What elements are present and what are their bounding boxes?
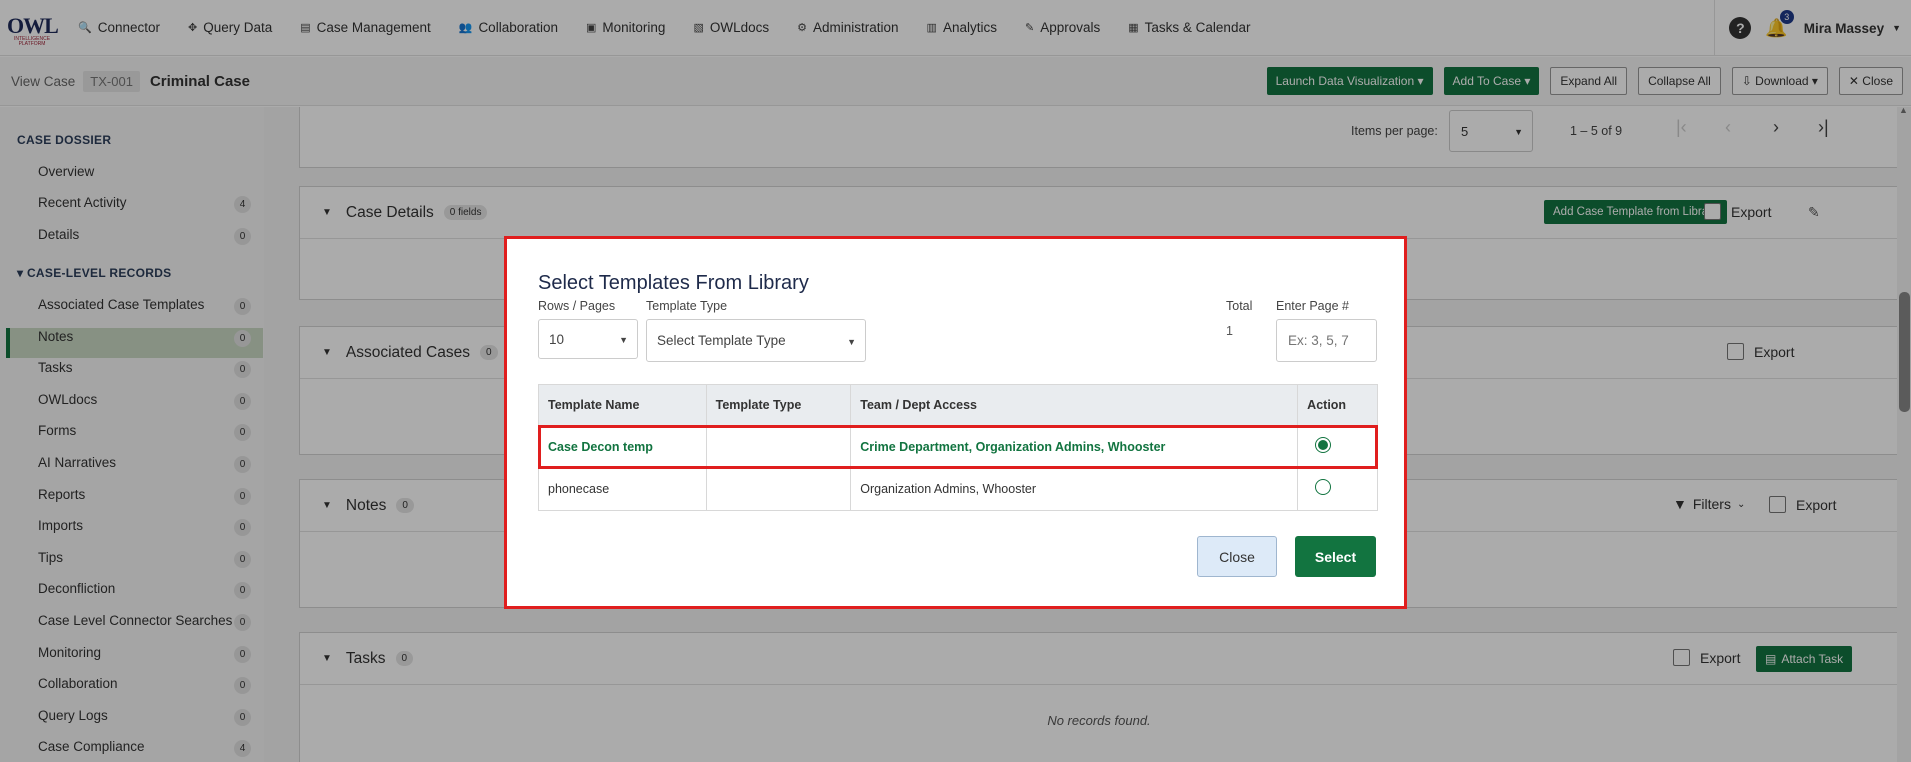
rows-pages-label: Rows / Pages <box>538 299 616 313</box>
rows-per-page-select[interactable]: 10 ▼ <box>538 319 638 359</box>
modal-title: Select Templates From Library <box>538 272 809 294</box>
action-cell <box>1298 468 1377 510</box>
template-type-cell <box>707 426 852 467</box>
table-row-selected[interactable]: Case Decon temp Crime Department, Organi… <box>538 425 1378 469</box>
column-header-template-name: Template Name <box>539 385 707 425</box>
template-type-cell <box>707 468 852 510</box>
select-button[interactable]: Select <box>1295 536 1376 577</box>
action-cell <box>1298 426 1377 467</box>
template-type-placeholder: Select Template Type <box>657 333 786 348</box>
template-type-label: Template Type <box>646 299 728 313</box>
radio-selected[interactable] <box>1315 436 1332 453</box>
chevron-down-icon: ▼ <box>619 335 628 345</box>
radio-unselected[interactable] <box>1315 479 1332 495</box>
chevron-down-icon: ▼ <box>847 337 856 347</box>
column-header-template-type: Template Type <box>707 385 852 425</box>
template-name-cell: phonecase <box>539 468 707 510</box>
total-value: 1 <box>1226 324 1233 338</box>
table-header-row: Template Name Template Type Team / Dept … <box>539 385 1377 426</box>
radio-dot <box>1318 439 1329 450</box>
template-name-cell: Case Decon temp <box>539 426 707 467</box>
template-type-select[interactable]: Select Template Type ▼ <box>646 319 866 362</box>
total-label: Total <box>1226 299 1253 313</box>
enter-page-input[interactable] <box>1276 319 1377 362</box>
column-header-team-access: Team / Dept Access <box>851 385 1299 425</box>
table-row[interactable]: phonecase Organization Admins, Whooster <box>539 468 1377 510</box>
column-header-action: Action <box>1307 398 1347 412</box>
close-button[interactable]: Close <box>1197 536 1277 577</box>
templates-table: Template Name Template Type Team / Dept … <box>538 384 1378 511</box>
team-access-cell: Crime Department, Organization Admins, W… <box>851 426 1299 467</box>
team-access-cell: Organization Admins, Whooster <box>851 468 1299 510</box>
select-templates-modal: Select Templates From Library Rows / Pag… <box>504 236 1407 609</box>
enter-page-label: Enter Page # <box>1276 299 1349 313</box>
rows-per-page-value: 10 <box>549 331 565 347</box>
